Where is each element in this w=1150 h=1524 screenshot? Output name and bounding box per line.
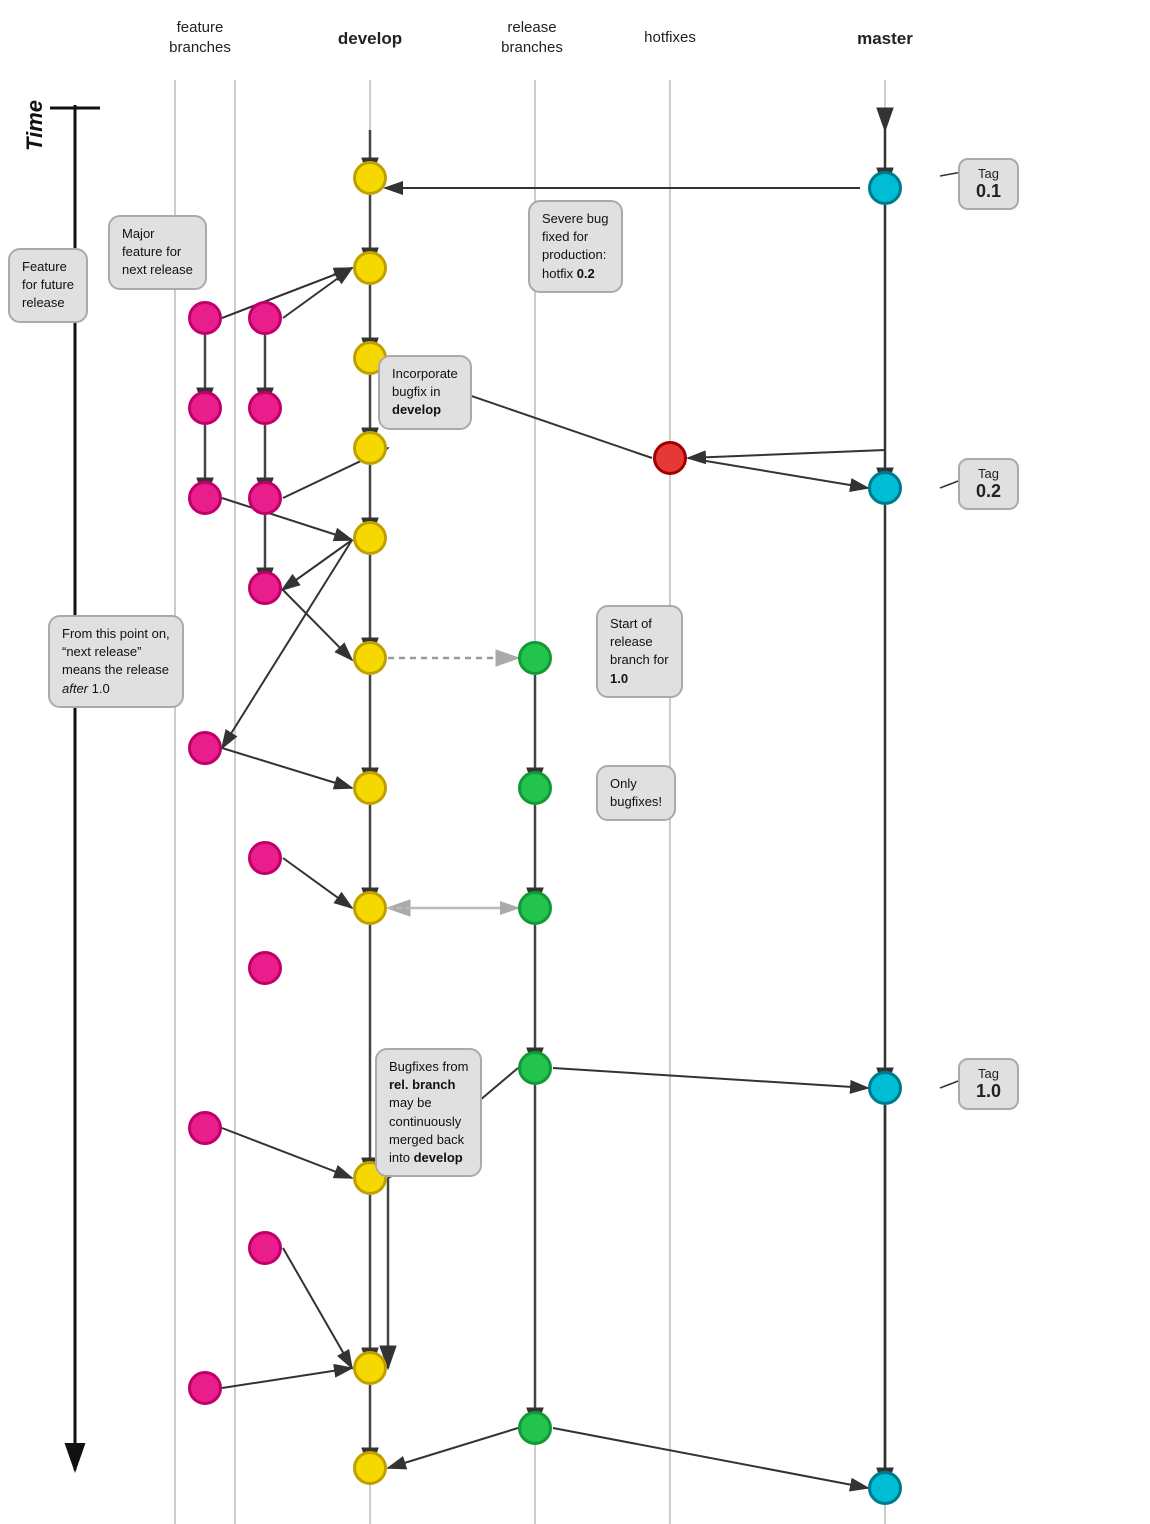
node-develop-2 bbox=[353, 251, 387, 285]
col-header-master: master bbox=[845, 28, 925, 50]
node-master-2 bbox=[868, 471, 902, 505]
node-release-2 bbox=[518, 771, 552, 805]
time-label: Time bbox=[22, 100, 48, 151]
node-hotfix-1 bbox=[653, 441, 687, 475]
col-header-feature: featurebranches bbox=[140, 18, 260, 57]
node-develop-11 bbox=[353, 1451, 387, 1485]
node-develop-8 bbox=[353, 891, 387, 925]
node-feature-4 bbox=[248, 301, 282, 335]
node-feature-10 bbox=[248, 951, 282, 985]
node-feature-2 bbox=[188, 391, 222, 425]
node-develop-6 bbox=[353, 641, 387, 675]
bubble-feature-future: Featurefor futurerelease bbox=[8, 248, 88, 323]
node-feature-7 bbox=[248, 571, 282, 605]
node-feature-8 bbox=[188, 731, 222, 765]
node-release-4 bbox=[518, 1051, 552, 1085]
node-feature-13 bbox=[188, 1371, 222, 1405]
node-feature-12 bbox=[248, 1231, 282, 1265]
node-develop-5 bbox=[353, 521, 387, 555]
node-feature-9 bbox=[248, 841, 282, 875]
col-header-release: releasebranches bbox=[472, 18, 592, 57]
node-develop-1 bbox=[353, 161, 387, 195]
node-master-1 bbox=[868, 171, 902, 205]
node-feature-5 bbox=[248, 391, 282, 425]
bubble-severe-bug: Severe bugfixed forproduction:hotfix 0.2 bbox=[528, 200, 623, 293]
tag-box-02: Tag0.2 bbox=[958, 458, 1019, 510]
node-release-1 bbox=[518, 641, 552, 675]
node-master-4 bbox=[868, 1471, 902, 1505]
bubble-only-bugfixes: Onlybugfixes! bbox=[596, 765, 676, 821]
node-master-3 bbox=[868, 1071, 902, 1105]
node-develop-10 bbox=[353, 1351, 387, 1385]
node-release-5 bbox=[518, 1411, 552, 1445]
node-release-3 bbox=[518, 891, 552, 925]
node-feature-3 bbox=[188, 481, 222, 515]
tag-box-01: Tag0.1 bbox=[958, 158, 1019, 210]
col-header-hotfixes: hotfixes bbox=[620, 28, 720, 48]
bubble-start-release: Start ofreleasebranch for1.0 bbox=[596, 605, 683, 698]
col-header-develop: develop bbox=[330, 28, 410, 50]
tag-box-10: Tag1.0 bbox=[958, 1058, 1019, 1110]
node-feature-6 bbox=[248, 481, 282, 515]
bubble-major-feature: Majorfeature fornext release bbox=[108, 215, 207, 290]
diagram-container: Time featurebranches develop releasebran… bbox=[0, 0, 1150, 1524]
node-feature-11 bbox=[188, 1111, 222, 1145]
node-develop-4 bbox=[353, 431, 387, 465]
node-develop-7 bbox=[353, 771, 387, 805]
bubble-next-release: From this point on,“next release”means t… bbox=[48, 615, 184, 708]
node-feature-1 bbox=[188, 301, 222, 335]
bubble-bugfixes-merged: Bugfixes fromrel. branchmay becontinuous… bbox=[375, 1048, 482, 1177]
bubble-incorporate-bugfix: Incorporatebugfix indevelop bbox=[378, 355, 472, 430]
